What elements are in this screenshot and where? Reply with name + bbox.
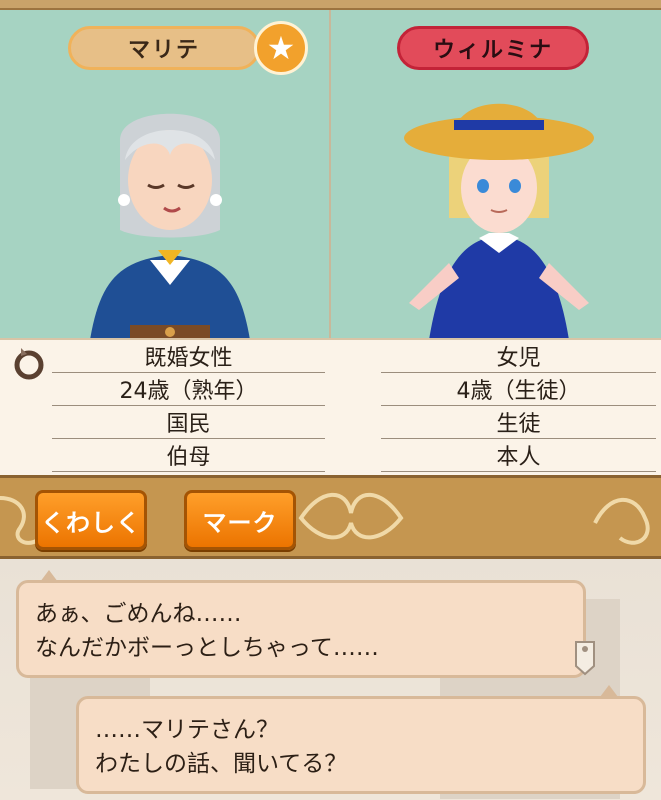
dialogue-line: あぁ、ごめんね…… (35, 601, 242, 627)
info-marital-status-right: 女児 (381, 340, 656, 373)
character-portrait-right: ウィルミナ (331, 10, 661, 338)
ornament-right (593, 497, 650, 545)
ornament-left (0, 496, 40, 545)
info-age-right: 4歳（生徒） (381, 373, 656, 406)
speech-bubble-wilmina[interactable]: ……マリテさん？ わたしの話、聞いてる？ (76, 696, 646, 794)
dialogue-line: なんだかボーっとしちゃって…… (35, 635, 379, 661)
character-name-right: ウィルミナ (397, 26, 589, 70)
dialogue-line: わたしの話、聞いてる？ (95, 751, 348, 777)
character-figure-right (404, 103, 594, 338)
info-age-left: 24歳（熟年） (52, 373, 325, 406)
character-name-left: マリテ (68, 26, 260, 70)
info-class-right: 生徒 (381, 406, 656, 439)
mark-button[interactable]: マーク (184, 490, 296, 550)
ring-icon (14, 348, 44, 380)
info-relation-right: 本人 (381, 439, 656, 472)
top-border-strip (0, 0, 661, 10)
dialogue-line: ……マリテさん？ (95, 717, 279, 743)
info-relation-left: 伯母 (52, 439, 325, 472)
character-portrait-left: マリテ ★ (0, 10, 329, 338)
action-bar: くわしく マーク (0, 475, 661, 559)
speech-bubble-marite[interactable]: あぁ、ごめんね…… なんだかボーっとしちゃって…… (16, 580, 586, 678)
favorite-star-icon[interactable]: ★ (254, 21, 308, 75)
info-column-left: 既婚女性 24歳（熟年） 国民 伯母 (52, 340, 325, 472)
info-marital-status-left: 既婚女性 (52, 340, 325, 373)
tag-icon[interactable] (572, 640, 598, 676)
info-class-left: 国民 (52, 406, 325, 439)
details-button[interactable]: くわしく (35, 490, 147, 550)
ornament-center (298, 492, 404, 540)
character-figure-left (90, 113, 250, 338)
info-column-right: 女児 4歳（生徒） 生徒 本人 (381, 340, 656, 472)
